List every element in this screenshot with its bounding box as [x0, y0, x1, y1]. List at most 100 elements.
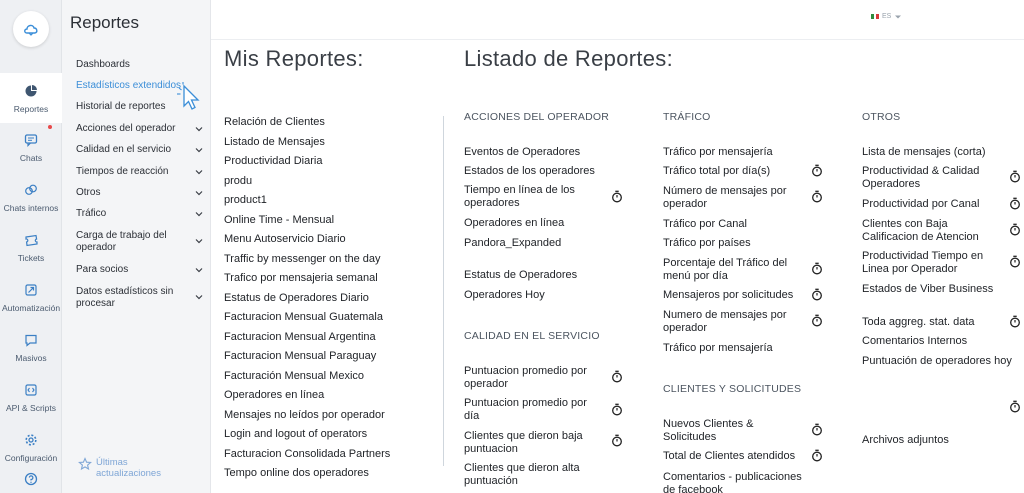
report-link[interactable]: Clientes que dieron baja puntuacion — [464, 430, 599, 456]
subnav-label: Acciones del operador — [76, 123, 176, 134]
my-report-link[interactable]: Trafico por mensajeria semanal — [224, 272, 378, 284]
my-report-link[interactable]: Login and logout of operators — [224, 428, 367, 440]
subnav-item-otros[interactable]: Otros — [76, 187, 204, 199]
timer-icon — [812, 288, 822, 301]
subnav-item-datos-sin-procesar[interactable]: Datos estadísticos sin procesar — [76, 286, 204, 310]
my-report-link[interactable]: Facturación Mensual Mexico — [224, 370, 364, 382]
subnav-title: Reportes — [70, 13, 139, 32]
my-report-link[interactable]: Relación de Clientes — [224, 116, 325, 128]
mis-reportes-title: Mis Reportes: — [224, 46, 364, 71]
timer-icon — [1010, 170, 1020, 183]
subnav-item-tiempos-reaccion[interactable]: Tiempos de reacción — [76, 166, 204, 178]
report-link[interactable]: Estatus de Operadores — [464, 269, 624, 282]
subnav-item-acciones-operador[interactable]: Acciones del operador — [76, 123, 204, 135]
rail-item-configuracion[interactable]: Configuración — [0, 422, 62, 472]
mouse-cursor-icon — [177, 82, 200, 110]
my-report-link[interactable]: product1 — [224, 194, 267, 206]
my-report-link[interactable]: produ — [224, 175, 252, 187]
timer-icon — [812, 449, 822, 462]
report-link[interactable]: Porcentaje del Tráfico del menú por día — [663, 257, 803, 283]
report-link[interactable]: Operadores en línea — [464, 217, 624, 230]
subnav-item-carga-trabajo[interactable]: Carga de trabajo del operador — [76, 230, 204, 254]
reports-subnav: Reportes Dashboards Estadísticos extendi… — [62, 0, 211, 493]
report-link[interactable]: Estados de Viber Business — [862, 283, 1012, 296]
rail-item-chats-internos[interactable]: Chats internos — [0, 172, 62, 222]
rail-item-api-scripts[interactable]: API & Scripts — [0, 372, 62, 422]
report-link[interactable]: Nuevos Clientes & Solicitudes — [663, 418, 803, 444]
rail-item-automatizacion[interactable]: Automatización — [0, 272, 62, 322]
report-link[interactable]: Tráfico por Canal — [663, 218, 823, 231]
report-link[interactable]: Lista de mensajes (corta) — [862, 146, 1012, 159]
rail-item-tickets[interactable]: Tickets — [0, 222, 62, 272]
subnav-item-para-socios[interactable]: Para socios — [76, 264, 204, 276]
subnav-item-calidad[interactable]: Calidad en el servicio — [76, 144, 204, 156]
rail-label-chats: Chats — [19, 153, 43, 163]
report-link[interactable]: Número de mensajes por operador — [663, 185, 803, 211]
top-bar: ES — [211, 0, 1024, 40]
report-link[interactable]: Eventos de Operadores — [464, 146, 624, 159]
report-link[interactable]: Clientes con Baja Calificacion de Atenci… — [862, 218, 1002, 244]
broadcast-icon — [22, 331, 40, 349]
report-link[interactable]: Mensajeros por solicitudes — [663, 289, 808, 302]
report-link[interactable]: Toda aggreg. stat. data — [862, 316, 1002, 329]
section-heading-acciones: ACCIONES DEL OPERADOR — [464, 111, 610, 123]
my-report-link[interactable]: Tempo online dos operadores — [224, 467, 369, 479]
report-link[interactable]: Tráfico por países — [663, 237, 823, 250]
report-link[interactable]: Puntuacion promedio por operador — [464, 365, 599, 391]
rail-label-automatizacion: Automatización — [1, 303, 61, 313]
latest-updates-link[interactable]: Últimas actualizaciones — [78, 457, 176, 479]
report-link[interactable]: Puntuación de operadores hoy — [862, 355, 1022, 368]
my-report-link[interactable]: Facturacion Mensual Argentina — [224, 331, 376, 343]
my-report-link[interactable]: Facturacion Consolidada Partners — [224, 448, 390, 460]
my-report-link[interactable]: Estatus de Operadores Diario — [224, 292, 369, 304]
report-link[interactable]: Tráfico por mensajería — [663, 342, 823, 355]
gear-icon — [22, 431, 40, 449]
language-selector[interactable]: ES — [871, 13, 902, 20]
report-link[interactable]: Productividad & Calidad Operadores — [862, 165, 1002, 191]
report-link[interactable]: Estados de los operadores — [464, 165, 624, 178]
report-link[interactable]: Tráfico total por día(s) — [663, 165, 808, 178]
subnav-item-dashboards[interactable]: Dashboards — [76, 59, 204, 71]
ticket-icon — [22, 231, 40, 249]
report-link[interactable]: Tráfico por mensajería — [663, 146, 823, 159]
report-link[interactable]: Comentarios Internos — [862, 335, 1012, 348]
my-report-link[interactable]: Productividad Diaria — [224, 155, 322, 167]
my-report-link[interactable]: Facturacion Mensual Guatemala — [224, 311, 383, 323]
my-report-link[interactable]: Mensajes no leídos por operador — [224, 409, 385, 421]
subnav-label: Estadísticos extendidos — [76, 80, 182, 91]
timer-icon — [1010, 255, 1020, 268]
subnav-item-trafico[interactable]: Tráfico — [76, 208, 204, 220]
my-report-link[interactable]: Operadores en línea — [224, 389, 324, 401]
report-link[interactable]: Clientes que dieron alta puntuación — [464, 462, 599, 488]
rail-label-reportes: Reportes — [13, 104, 49, 114]
rail-item-chats[interactable]: Chats — [0, 122, 62, 172]
subnav-label: Datos estadísticos sin procesar — [76, 286, 174, 309]
chevron-down-icon — [195, 127, 203, 132]
report-link[interactable]: Productividad Tiempo en Linea por Operad… — [862, 250, 1002, 276]
rail-item-masivos[interactable]: Masivos — [0, 322, 62, 372]
rail-item-help[interactable] — [0, 466, 62, 492]
my-report-link[interactable]: Traffic by messenger on the day — [224, 253, 381, 265]
automation-icon — [22, 281, 40, 299]
my-report-link[interactable]: Menu Autoservicio Diario — [224, 233, 346, 245]
rail-item-reportes[interactable]: Reportes — [0, 73, 62, 123]
report-link[interactable]: Total de Clientes atendidos — [663, 450, 808, 463]
report-link[interactable]: Puntuacion promedio por día — [464, 397, 599, 423]
my-report-link[interactable]: Facturacion Mensual Paraguay — [224, 350, 376, 362]
app-logo[interactable] — [13, 11, 49, 47]
report-link[interactable]: Comentarios - publicaciones de facebook — [663, 471, 813, 493]
help-icon — [22, 470, 40, 488]
my-report-link[interactable]: Listado de Mensajes — [224, 136, 325, 148]
section-heading-calidad: CALIDAD EN EL SERVICIO — [464, 330, 600, 342]
timer-icon — [812, 190, 822, 203]
report-link[interactable]: Pandora_Expanded — [464, 237, 624, 250]
report-link[interactable]: Operadores Hoy — [464, 289, 624, 302]
report-link[interactable]: Tiempo en línea de los operadores — [464, 184, 594, 210]
report-link[interactable]: Archivos adjuntos — [862, 434, 1012, 447]
rail-label-masivos: Masivos — [15, 353, 47, 363]
report-link[interactable]: Productividad por Canal — [862, 198, 1002, 211]
report-link[interactable]: Numero de mensajes por operador — [663, 309, 803, 335]
section-heading-trafico: TRÁFICO — [663, 111, 711, 123]
subnav-label: Para socios — [76, 264, 129, 275]
my-report-link[interactable]: Online Time - Mensual — [224, 214, 334, 226]
